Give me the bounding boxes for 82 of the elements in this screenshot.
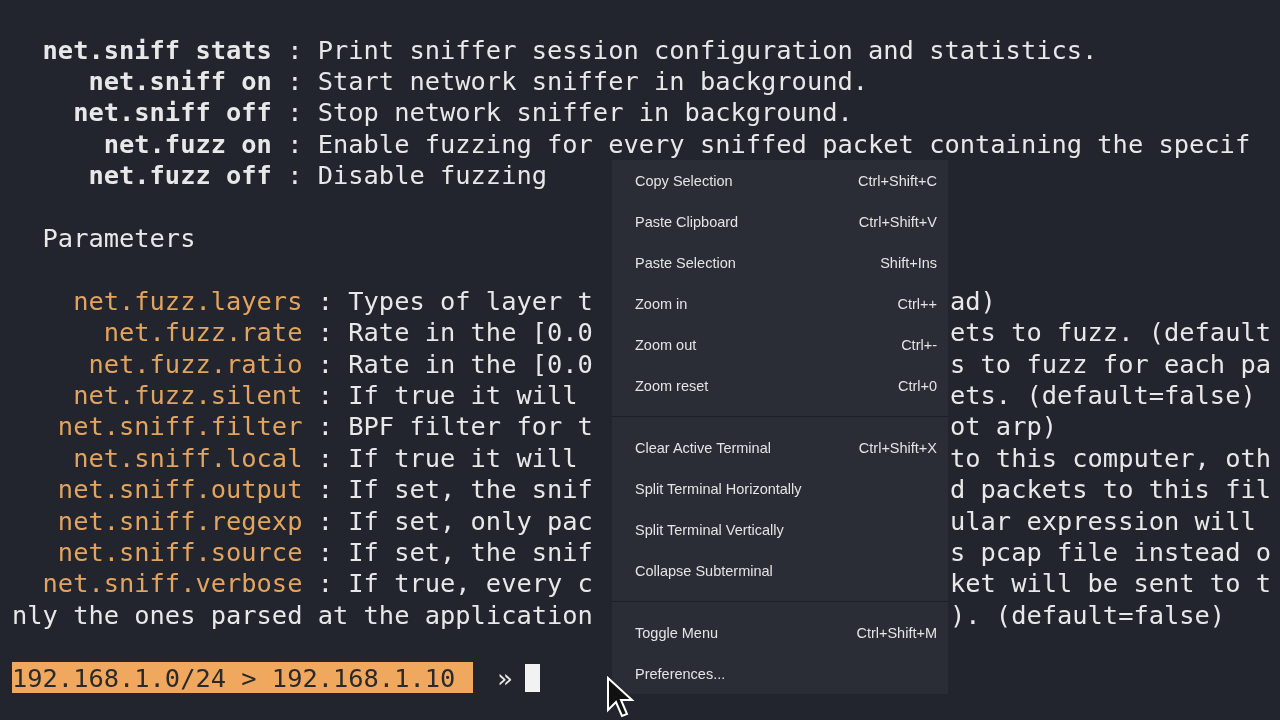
parameter-description: ot arp) [950,411,1057,442]
parameter-description: If true it will [348,442,578,473]
separator-colon: : [287,66,303,97]
menu-shortcut: Ctrl+Shift+V [858,213,937,230]
separator-colon: : [287,97,303,128]
parameter-description: Types of layer t [348,285,593,316]
menu-item[interactable]: Paste Selection Shift+Ins [612,242,948,283]
parameter-description: s pcap file instead o [950,536,1271,567]
description-continuation: ). (default=false) [950,599,1226,630]
command-name: net.fuzz on [102,128,272,159]
parameter-description: ets. (default=false) [950,380,1256,410]
parameter-name: net.sniff.output [56,474,303,505]
menu-shortcut: Ctrl+- [901,336,937,353]
parameter-name: net.sniff.filter [56,411,303,442]
menu-shortcut: Ctrl+Shift+M [856,624,937,641]
separator-colon: : [317,442,333,473]
prompt-session: 192.168.1.0/24 > 192.168.1.10 [12,662,474,693]
parameter-description: If true, every c [348,568,593,599]
command-name: net.sniff off [72,97,272,128]
parameter-description: ket will be sent to t [950,568,1271,599]
separator-colon: : [317,536,333,567]
mouse-pointer-icon [606,676,636,720]
parameter-description: If set, the snif [348,536,593,567]
parameter-description: to this computer, oth [950,442,1271,473]
description-continuation: nly the ones parsed at the application [12,599,593,630]
menu-shortcut: Ctrl++ [897,295,937,312]
command-description: Print sniffer session configuration and statistics. [317,34,1098,65]
section-heading: Parameters [41,223,196,254]
parameter-description: ets to fuzz. (default [950,317,1271,348]
parameter-description: BPF filter for t [348,411,593,442]
menu-item[interactable]: Toggle Menu Ctrl+Shift+M [612,612,948,653]
menu-item[interactable]: Split Terminal Vertically [612,509,948,550]
parameter-description: Rate in the [0.0 [348,348,593,379]
separator-colon: : [317,380,333,410]
command-description: Stop network sniffer in background. [317,97,853,128]
parameter-name: net.sniff.regexp [56,505,303,536]
menu-item[interactable]: Preferences... [612,653,948,694]
parameter-name: net.fuzz.rate [102,317,303,348]
command-description: Disable fuzzing [317,160,547,191]
parameter-name: net.fuzz.ratio [87,348,303,379]
menu-item[interactable]: Zoom out Ctrl+- [612,324,948,365]
menu-item[interactable]: Clear Active Terminal Ctrl+Shift+X [612,427,948,468]
command-description: Enable fuzzing for every sniffed packet containing the specif [317,128,1251,159]
menu-shortcut: Ctrl+Shift+C [858,172,937,189]
separator-colon: : [287,128,303,159]
parameter-description: s to fuzz for each pa [950,348,1271,379]
separator-colon: : [317,285,333,316]
command-name: net.sniff on [87,66,272,97]
parameter-name: net.fuzz.silent [72,380,303,410]
prompt-symbol: » [497,662,513,693]
separator-colon: : [287,34,303,65]
text-cursor [524,663,540,692]
parameter-description: If true it will [348,380,578,410]
separator-colon: : [317,317,333,348]
parameter-description: If set, only pac [348,505,593,536]
menu-item[interactable]: Collapse Subterminal [612,550,948,591]
command-name: net.sniff stats [41,34,272,65]
menu-shortcut: Ctrl+0 [897,377,937,394]
parameter-description: ular expression will [950,505,1256,536]
parameter-name: net.sniff.verbose [41,568,303,599]
menu-shortcut: Shift+Ins [880,254,937,271]
separator-colon: : [287,160,303,191]
separator-colon: : [317,474,333,505]
parameter-description: Rate in the [0.0 [348,317,593,348]
menu-item[interactable]: Split Terminal Horizontally [612,468,948,509]
parameter-description: d packets to this fil [950,474,1271,505]
parameter-name: net.sniff.local [72,442,303,473]
menu-item[interactable]: Copy Selection Ctrl+Shift+C [612,160,948,201]
menu-shortcut: Ctrl+Shift+X [858,439,937,456]
command-name: net.fuzz off [87,160,272,191]
separator-colon: : [317,348,333,379]
parameter-description: ad) [950,285,996,316]
separator-colon: : [317,568,333,599]
command-description: Start network sniffer in background. [317,66,869,97]
menu-item[interactable]: Paste Clipboard Ctrl+Shift+V [612,201,948,242]
parameter-name: net.fuzz.layers [72,285,303,316]
separator-colon: : [317,411,333,442]
menu-item[interactable]: Zoom reset Ctrl+0 [612,365,948,406]
parameter-name: net.sniff.source [56,536,303,567]
separator-colon: : [317,505,333,536]
menu-item[interactable]: Zoom in Ctrl++ [612,283,948,324]
parameter-description: If set, the snif [348,474,593,505]
